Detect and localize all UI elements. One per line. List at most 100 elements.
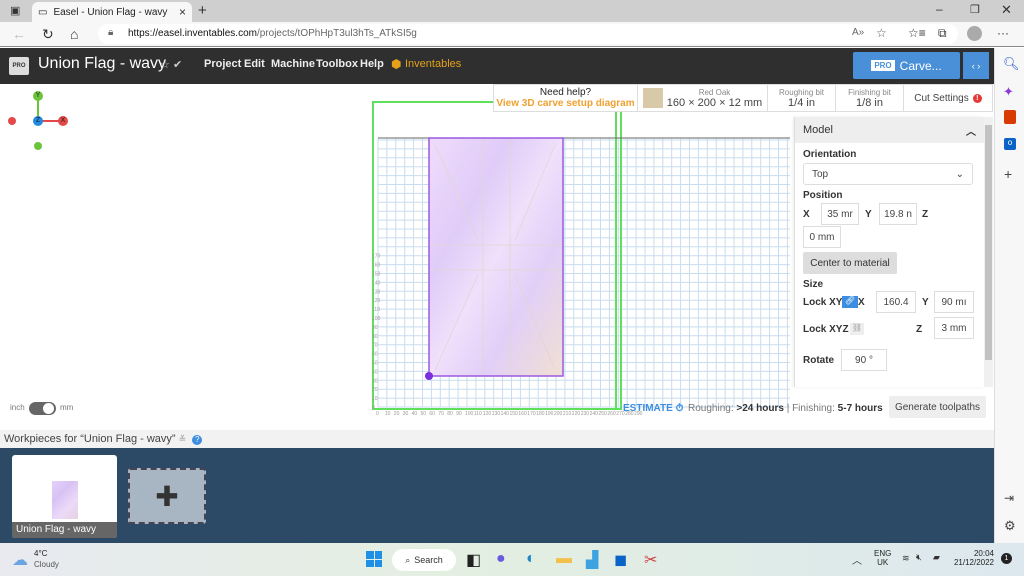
- add-favorite-icon[interactable]: ☆: [876, 26, 887, 40]
- copilot-icon[interactable]: ✦: [1003, 84, 1014, 100]
- teams-chat-icon[interactable]: ●: [496, 550, 506, 568]
- x-tick-label: 80: [447, 411, 453, 417]
- rotate-input[interactable]: 90 °: [841, 349, 887, 371]
- hide-sidebar-icon[interactable]: ⇥: [1004, 491, 1014, 505]
- profile-icon[interactable]: [967, 26, 982, 41]
- clock[interactable]: 20:04 21/12/2022: [950, 549, 994, 567]
- y-axis-handle[interactable]: Y: [33, 91, 43, 101]
- pos-x-input[interactable]: 35 mr: [821, 203, 859, 225]
- weather-cloud-icon[interactable]: ☁: [12, 550, 28, 570]
- design-canvas[interactable]: 1701601501401301201101009080706050403020…: [370, 100, 820, 420]
- neg-y-handle[interactable]: [34, 142, 42, 150]
- roughing-bit-cell[interactable]: Roughing bit 1/4 in: [768, 85, 836, 111]
- collections-icon[interactable]: ⧉: [938, 26, 947, 41]
- menu-project[interactable]: Project: [204, 58, 241, 70]
- photos-icon[interactable]: ▟: [586, 550, 598, 570]
- neg-x-handle[interactable]: [8, 117, 16, 125]
- help-icon[interactable]: ?: [192, 435, 203, 445]
- language-indicator[interactable]: ENG UK: [874, 549, 891, 567]
- size-z-input[interactable]: 3 mm: [934, 317, 974, 339]
- y-tick-label: 170: [372, 254, 381, 260]
- model-panel-header[interactable]: Model ︿: [795, 117, 984, 143]
- lock-xy-link-icon[interactable]: 🔗︎: [842, 296, 858, 308]
- outlook-taskbar-icon[interactable]: ◼: [614, 550, 627, 570]
- add-sidebar-app-icon[interactable]: +: [1004, 166, 1012, 182]
- estimate-label[interactable]: ESTIMATE ⏱: [623, 403, 683, 414]
- more-icon[interactable]: ···: [997, 26, 1009, 40]
- pos-z-input[interactable]: 0 mm: [803, 226, 841, 248]
- workpiece-thumbnail[interactable]: Union Flag - wavy: [12, 455, 117, 538]
- cut-settings-button[interactable]: Cut Settings !: [904, 85, 992, 111]
- generate-toolpaths-button[interactable]: Generate toolpaths: [889, 396, 986, 418]
- favorites-icon[interactable]: ☆≡: [908, 26, 926, 40]
- volume-muted-icon[interactable]: 🔇︎: [916, 552, 922, 563]
- reload-icon[interactable]: ↻: [42, 26, 54, 43]
- show-hidden-icons[interactable]: ︿: [852, 552, 862, 567]
- carve-button[interactable]: PRO Carve...: [853, 52, 960, 79]
- size-x-input[interactable]: 160.4: [876, 291, 916, 313]
- pos-y-input[interactable]: 19.8 n: [879, 203, 917, 225]
- orientation-select[interactable]: Top ⌄: [803, 163, 973, 185]
- snipping-tool-icon[interactable]: ✂: [644, 550, 657, 570]
- taskbar-search[interactable]: ⌕ Search: [392, 549, 456, 571]
- lang-region: UK: [877, 558, 889, 567]
- home-icon[interactable]: ⌂: [70, 26, 78, 42]
- finishing-bit-cell[interactable]: Finishing bit 1/8 in: [836, 85, 904, 111]
- add-workpiece-button[interactable]: ✚: [128, 468, 206, 524]
- menu-edit[interactable]: Edit: [244, 58, 265, 70]
- address-bar[interactable]: 🔒︎ https://easel.inventables.com/project…: [98, 24, 958, 44]
- carve-setup-link[interactable]: View 3D carve setup diagram: [496, 98, 634, 109]
- restore-icon[interactable]: ❐: [970, 3, 980, 16]
- estimate-text: ESTIMATE: [623, 403, 673, 414]
- favorite-star-icon[interactable]: ☆: [160, 58, 170, 71]
- material-cell[interactable]: Red Oak 160 × 200 × 12 mm: [638, 85, 768, 111]
- menu-machine[interactable]: Machine: [271, 58, 315, 70]
- roughing-time-value: >24 hours: [736, 403, 784, 414]
- y-tick-label: 40: [372, 369, 378, 375]
- wifi-icon[interactable]: ≋: [902, 553, 910, 564]
- weather-condition[interactable]: Cloudy: [34, 560, 59, 569]
- browser-tab[interactable]: ▭ Easel - Union Flag - wavy ×: [32, 2, 192, 22]
- position-label: Position: [803, 190, 843, 201]
- close-window-icon[interactable]: ✕: [1001, 2, 1012, 18]
- x-axis-handle[interactable]: X: [58, 116, 68, 126]
- expand-workpieces-icon[interactable]: ≚: [179, 434, 187, 444]
- pos-z-label: Z: [922, 209, 929, 220]
- unit-toggle[interactable]: [29, 402, 56, 415]
- start-windows-icon[interactable]: [366, 551, 382, 567]
- settings-icon[interactable]: ⚙: [1004, 518, 1016, 534]
- easel-pro-logo-icon[interactable]: PRO: [9, 57, 29, 75]
- size-y-input[interactable]: 90 mı: [934, 291, 974, 313]
- panel-scrollbar-thumb[interactable]: [985, 125, 992, 360]
- x-tick-labels: 0 10 20 30 40 50 60 70 80 90 100 110 120 130 140 150 160…: [376, 411, 643, 417]
- office-icon[interactable]: [1004, 110, 1016, 124]
- back-icon[interactable]: ←: [12, 26, 26, 42]
- center-to-material-button[interactable]: Center to material: [803, 252, 897, 274]
- read-aloud-icon[interactable]: A»: [852, 27, 864, 38]
- outlook-icon[interactable]: o: [1004, 138, 1016, 150]
- new-tab-icon[interactable]: +: [198, 2, 207, 19]
- weather-temp[interactable]: 4°C: [34, 549, 47, 558]
- tab-actions-icon[interactable]: ▣: [10, 4, 20, 17]
- url-text[interactable]: https://easel.inventables.com/projects/t…: [128, 28, 417, 39]
- unit-inch-label: inch: [10, 403, 25, 412]
- menu-toolbox[interactable]: Toolbox: [316, 58, 358, 70]
- battery-icon[interactable]: ▰: [933, 552, 940, 563]
- task-view-icon[interactable]: ◧: [466, 550, 481, 570]
- y-tick-label: 30: [372, 378, 378, 384]
- fullscreen-button[interactable]: ‹ ›: [963, 52, 989, 79]
- close-tab-icon[interactable]: ×: [179, 5, 186, 19]
- menu-help[interactable]: Help: [360, 58, 384, 70]
- file-explorer-icon[interactable]: ▬: [556, 550, 572, 568]
- edge-browser-icon[interactable]: ◐: [526, 550, 536, 568]
- lock-icon[interactable]: 🔒︎: [108, 27, 113, 38]
- collapse-chevron-icon[interactable]: ︿: [966, 123, 976, 138]
- menu-inventables[interactable]: Inventables: [405, 58, 461, 70]
- size-x-label: X: [858, 297, 865, 308]
- notification-badge[interactable]: 1: [1001, 553, 1012, 564]
- project-title[interactable]: Union Flag - wavy: [38, 55, 166, 73]
- lock-xyz-unlinked-icon[interactable]: ⛓︎: [850, 323, 864, 335]
- z-axis-handle[interactable]: Z: [33, 116, 43, 126]
- search-icon[interactable]: 🔍︎: [1003, 56, 1020, 72]
- minimize-icon[interactable]: –: [936, 2, 943, 16]
